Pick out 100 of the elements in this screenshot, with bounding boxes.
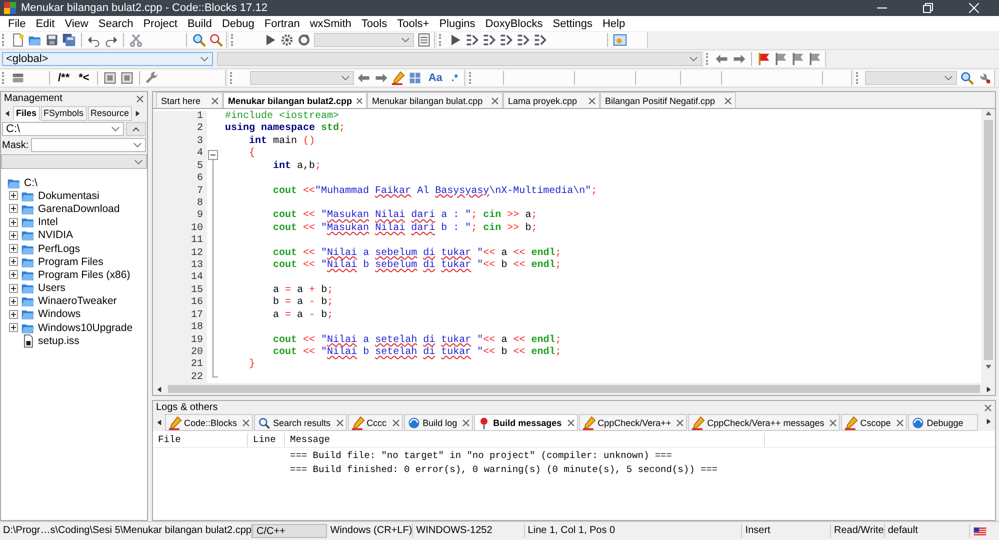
- menu-item[interactable]: Debug: [216, 18, 260, 30]
- log-tab[interactable]: Cscope: [841, 414, 907, 431]
- menu-item[interactable]: wxSmith: [304, 18, 356, 30]
- line-number: 7: [196, 186, 203, 198]
- file-tab[interactable]: Menukar bilangan bulat2.cpp: [223, 92, 367, 108]
- menu-item[interactable]: Build: [182, 18, 217, 30]
- panel-title: Management: [4, 93, 62, 104]
- menu-item[interactable]: Search: [93, 18, 138, 30]
- column-header[interactable]: Message: [285, 433, 765, 447]
- code-line: cout << "Masukan Nilai dari b : "; cin >> b;: [272, 222, 538, 236]
- code-line: int main (): [248, 136, 316, 148]
- tree-item[interactable]: Intel: [38, 216, 58, 228]
- panel-tab[interactable]: Resource: [88, 106, 132, 120]
- tree-item[interactable]: C:\: [24, 176, 38, 189]
- tree-item[interactable]: GarenaDownload: [38, 202, 120, 215]
- menu-item[interactable]: Tools+: [392, 18, 434, 30]
- log-tab[interactable]: Cccc: [348, 414, 403, 431]
- panel-tab[interactable]: FSymbols: [40, 106, 87, 120]
- code-line: a = a + b;: [272, 284, 334, 296]
- path-combo[interactable]: C:\: [2, 122, 124, 136]
- tree-item[interactable]: Users: [38, 282, 66, 294]
- code-line: cout << "Nilai a setelah di tukar "<< a << endl;: [272, 334, 562, 346]
- line-number: 14: [190, 272, 203, 285]
- line-number: 4: [196, 148, 203, 161]
- code-line: #include <iostream>: [225, 111, 340, 122]
- menu-item[interactable]: Tools: [356, 18, 392, 30]
- menu-item[interactable]: Edit: [30, 18, 60, 30]
- code-line: {: [248, 148, 256, 161]
- menu-item[interactable]: Settings: [548, 18, 598, 30]
- code-line: }: [248, 359, 256, 372]
- search-option-button[interactable]: .*: [448, 72, 462, 84]
- status-field: C/C++: [252, 524, 328, 538]
- menu-item[interactable]: Help: [597, 18, 630, 30]
- line-number: 12: [190, 248, 203, 260]
- line-number: 15: [190, 284, 203, 297]
- tree-item[interactable]: PerfLogs: [38, 242, 80, 255]
- tree-item[interactable]: NVIDIA: [38, 229, 74, 242]
- status-field: default: [884, 524, 970, 538]
- scope-combo[interactable]: <global>: [2, 52, 213, 66]
- tree-item[interactable]: WinaeroTweaker: [38, 295, 117, 308]
- doc-comment-button[interactable]: *<: [76, 72, 92, 84]
- window-title: Menukar bilangan bulat2.cpp - Code::Blocks 17.12: [21, 2, 268, 14]
- line-number: 17: [190, 310, 203, 322]
- table-cell-text: === Build file: "no target" in "no project" (compiler: unknown) ===: [289, 450, 673, 460]
- tree-item[interactable]: Windows: [38, 308, 81, 320]
- line-number: 21: [190, 359, 203, 372]
- line-number: 18: [190, 322, 203, 335]
- log-tab[interactable]: CppCheck/Vera++ messages: [688, 414, 840, 431]
- table-cell-text: === Build finished: 0 error(s), 0 warning(s) (0 minute(s), 5 second(s)) ===: [289, 464, 719, 474]
- code-line: b = a - b;: [272, 297, 334, 310]
- status-field: Line 1, Col 1, Pos 0: [524, 524, 742, 538]
- log-tab[interactable]: Build messages: [474, 414, 578, 431]
- line-number: 6: [196, 173, 203, 186]
- menu-item[interactable]: File: [3, 18, 31, 30]
- column-header[interactable]: Line: [248, 433, 285, 447]
- line-number: 1: [196, 111, 203, 123]
- log-tab[interactable]: Build log: [404, 414, 474, 431]
- code-line: cout << "Nilai b setelah di tukar "<< b << endl;: [272, 347, 562, 360]
- code-line: cout << "Nilai a sebelum di tukar "<< a << endl;: [272, 248, 562, 260]
- doc-comment-button[interactable]: /**: [55, 72, 73, 84]
- file-tab[interactable]: Menukar bilangan bulat.cpp: [367, 92, 503, 108]
- menu-item[interactable]: Plugins: [434, 18, 480, 30]
- file-tab[interactable]: Start here: [156, 92, 223, 108]
- line-number: 22: [190, 372, 203, 383]
- line-number: 13: [190, 260, 203, 272]
- code-line: using namespace std;: [225, 123, 346, 136]
- code-line: cout <<"Muhammad Faikar Al Basysyasy\nX-Multimedia\n";: [272, 186, 598, 198]
- file-tab[interactable]: Lama proyek.cpp: [503, 92, 600, 108]
- line-number: 5: [196, 160, 203, 173]
- tree-item[interactable]: Dokumentasi: [38, 190, 100, 202]
- line-number: 9: [196, 210, 203, 223]
- log-tab[interactable]: Code::Blocks: [165, 414, 254, 431]
- line-number: 2: [196, 123, 203, 136]
- log-tab[interactable]: Debugge: [908, 414, 978, 431]
- menu-item[interactable]: Project: [138, 18, 182, 30]
- panel-title: Logs & others: [156, 402, 218, 413]
- tree-item[interactable]: Windows10Upgrade: [38, 322, 133, 334]
- code-line: cout << "Masukan Nilai dari a : "; cin >> a;: [272, 210, 538, 222]
- log-tab[interactable]: CppCheck/Vera++: [578, 414, 688, 431]
- menu-item[interactable]: Fortran: [259, 18, 305, 30]
- status-field: Insert: [742, 524, 831, 538]
- menu-item[interactable]: DoxyBlocks: [480, 18, 548, 30]
- panel-tab[interactable]: Files: [13, 106, 40, 120]
- line-number: 11: [190, 235, 203, 248]
- menu-item[interactable]: View: [60, 18, 94, 30]
- code-line: int a,b;: [272, 160, 322, 174]
- tree-item[interactable]: setup.iss: [38, 334, 80, 347]
- file-tab[interactable]: Bilangan Positif Negatif.cpp: [600, 92, 736, 108]
- log-tab[interactable]: Search results: [254, 414, 347, 431]
- search-option-button[interactable]: Aa: [425, 72, 446, 84]
- line-number: 16: [190, 297, 203, 310]
- column-header[interactable]: File: [153, 433, 248, 447]
- status-field: WINDOWS-1252: [413, 524, 525, 538]
- status-field: Windows (CR+LF): [327, 524, 414, 538]
- line-number: 19: [190, 334, 203, 347]
- tree-item[interactable]: Program Files: [38, 256, 104, 268]
- code-line: a = a - b;: [272, 310, 334, 322]
- line-number: 8: [196, 198, 203, 210]
- mask-label: Mask:: [2, 140, 29, 150]
- tree-item[interactable]: Program Files (x86): [38, 268, 130, 281]
